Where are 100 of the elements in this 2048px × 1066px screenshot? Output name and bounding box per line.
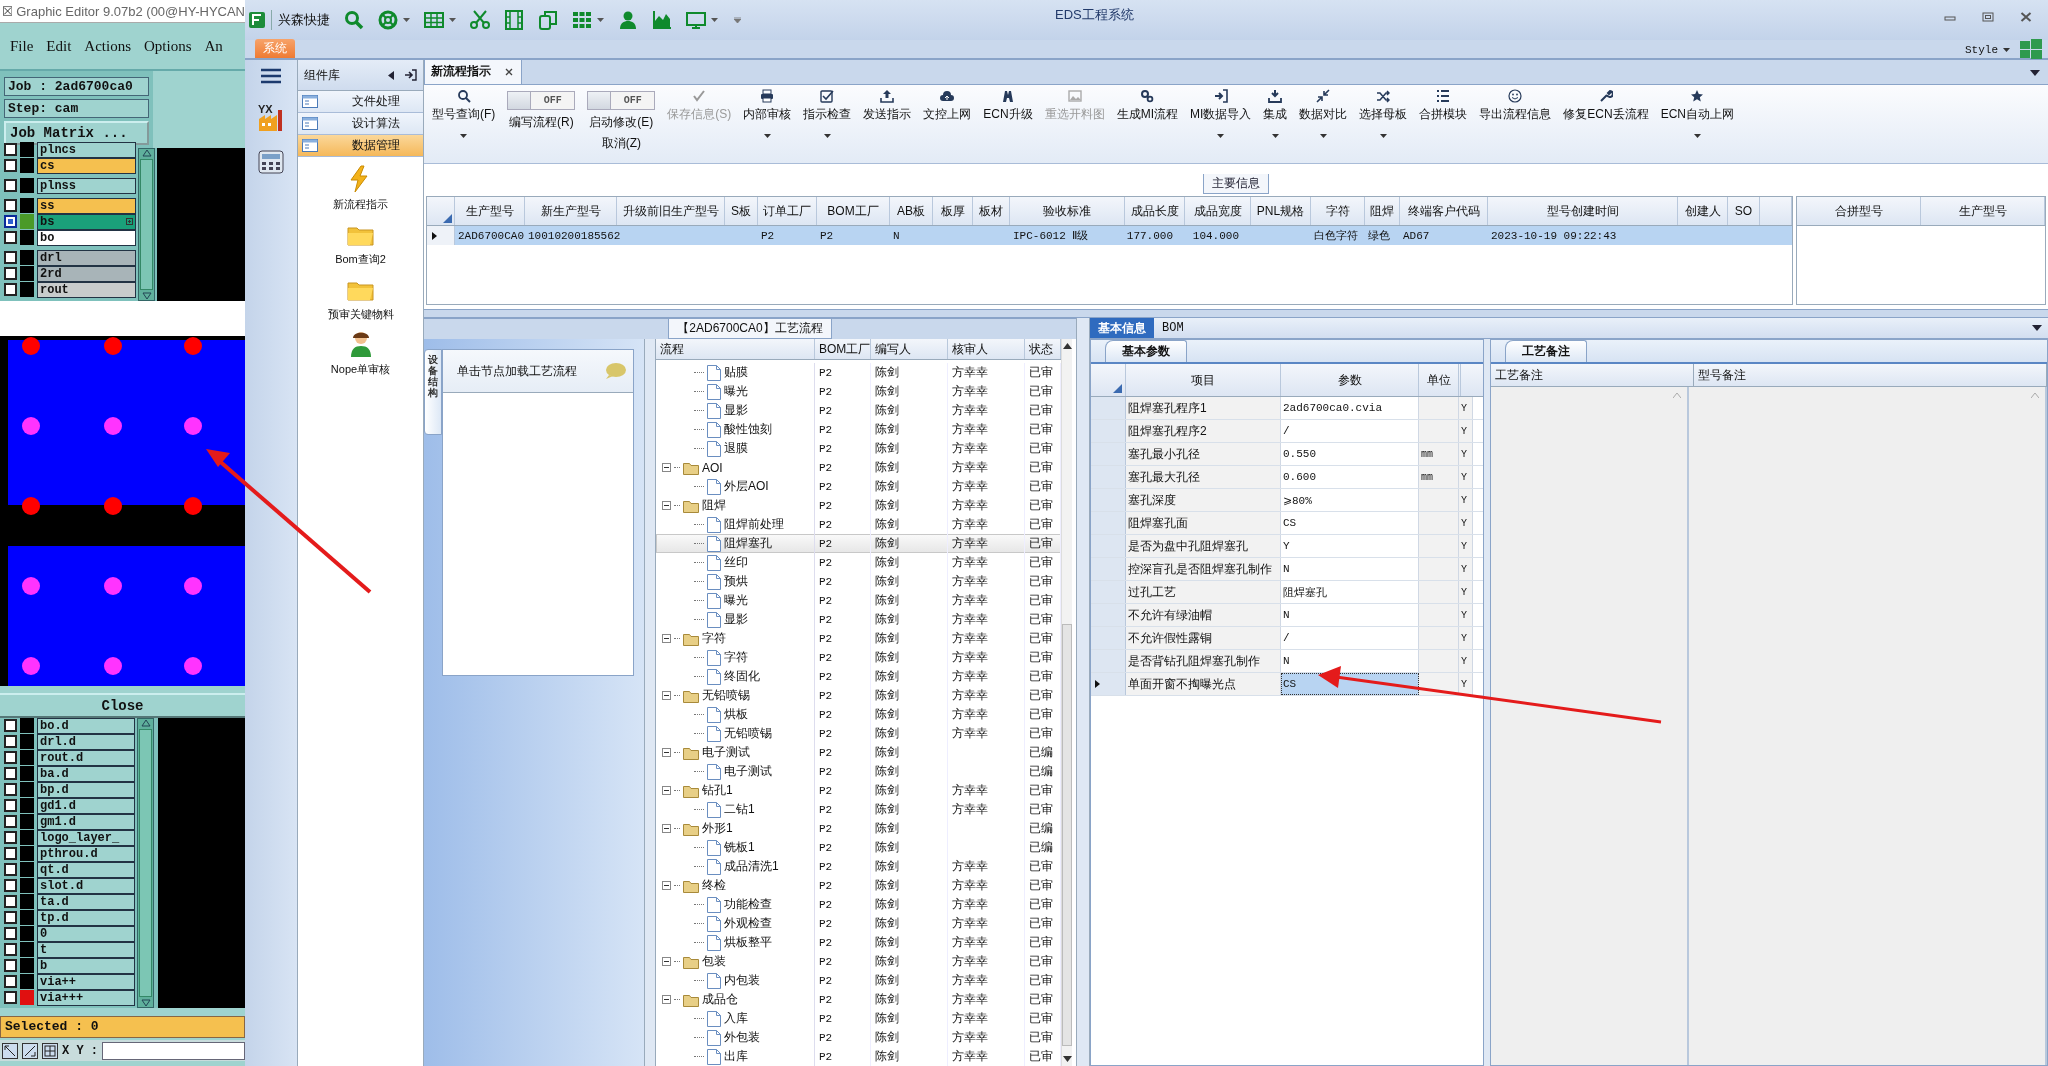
tree-row[interactable]: 外包装 P2 陈剑 方幸幸 已审 — [656, 1028, 1061, 1047]
ribbon-button[interactable]: 修复ECN丢流程 — [1557, 85, 1655, 130]
table-row[interactable]: 阻焊塞孔面 CS Y — [1091, 512, 1483, 535]
tree-row[interactable]: 显影 P2 陈剑 方幸幸 已审 — [656, 401, 1061, 420]
ribbon-button[interactable]: 指示检查 — [797, 85, 858, 138]
tree-row[interactable]: 终固化 P2 陈剑 方幸幸 已审 — [656, 667, 1061, 686]
tree-row[interactable]: 成品清洗1 P2 陈剑 方幸幸 已审 — [656, 857, 1061, 876]
menu-item[interactable]: Options — [144, 37, 192, 55]
tree-row[interactable]: AOI P2 陈剑 方幸幸 已审 — [656, 458, 1061, 477]
column-header[interactable]: 创建人 — [1678, 197, 1728, 225]
column-header[interactable]: 生产型号 — [1921, 197, 2045, 225]
style-menu[interactable]: Style — [1965, 44, 2010, 56]
column-header[interactable]: 工艺备注 — [1491, 364, 1694, 386]
value-field[interactable]: N — [1281, 604, 1419, 626]
column-header[interactable]: 终端客户代码 — [1400, 197, 1488, 225]
sidebar-group[interactable]: 数据管理 — [298, 135, 423, 157]
table-row[interactable]: 阻焊塞孔程序1 2ad6700ca0.cvia Y — [1091, 397, 1483, 420]
column-header[interactable]: 核审人 — [948, 339, 1025, 359]
sidebar-group[interactable]: 文件处理 — [298, 91, 423, 113]
side-tab[interactable]: 设备结构 — [424, 349, 442, 435]
column-header[interactable]: AB板 — [890, 197, 933, 225]
column-header[interactable]: 成品长度 — [1125, 197, 1185, 225]
table-row[interactable]: 塞孔最大孔径 0.600 mm Y — [1091, 466, 1483, 489]
tree-row[interactable]: 烘板 P2 陈剑 方幸幸 已审 — [656, 705, 1061, 724]
column-header[interactable]: BOM工厂 — [815, 339, 871, 359]
tree-row[interactable]: 酸性蚀刻 P2 陈剑 方幸幸 已审 — [656, 420, 1061, 439]
column-header[interactable]: 阻焊 — [1365, 197, 1400, 225]
tree-row[interactable]: 外层AOI P2 陈剑 方幸幸 已审 — [656, 477, 1061, 496]
column-header[interactable]: 合拼型号 — [1797, 197, 1921, 225]
tree-row[interactable]: 终检 P2 陈剑 方幸幸 已审 — [656, 876, 1061, 895]
sidebar-item[interactable]: Bom查询2 — [298, 220, 423, 267]
document-tab[interactable]: 新流程指示 — [424, 59, 522, 84]
tree-row[interactable]: 二钻1 P2 陈剑 方幸幸 已审 — [656, 800, 1061, 819]
value-field[interactable]: 0.550 — [1281, 443, 1419, 465]
tree-row[interactable]: 退膜 P2 陈剑 方幸幸 已审 — [656, 439, 1061, 458]
table-row[interactable]: 是否为盘中孔阻焊塞孔 Y Y — [1091, 535, 1483, 558]
tree-row[interactable]: 曝光 P2 陈剑 方幸幸 已审 — [656, 382, 1061, 401]
sidebar-item[interactable]: Nope单审核 — [298, 330, 423, 377]
column-header[interactable]: 型号创建时间 — [1488, 197, 1678, 225]
table-row[interactable]: 控深盲孔是否阻焊塞孔制作 N Y — [1091, 558, 1483, 581]
value-field[interactable]: N — [1281, 650, 1419, 672]
value-field[interactable]: 0.600 — [1281, 466, 1419, 488]
tree-row[interactable]: 铣板1 P2 陈剑 已编 — [656, 838, 1061, 857]
column-header[interactable]: 型号备注 — [1694, 364, 2047, 386]
tree-row[interactable]: 成品仓 P2 陈剑 方幸幸 已审 — [656, 990, 1061, 1009]
tree-row[interactable]: 字符 P2 陈剑 方幸幸 已审 — [656, 648, 1061, 667]
menu-item[interactable]: Actions — [84, 37, 131, 55]
close-button[interactable]: Close — [0, 693, 245, 718]
column-header[interactable]: 项目 — [1126, 364, 1281, 396]
menu-item[interactable]: An — [204, 37, 223, 55]
menu-item[interactable]: File — [10, 37, 34, 55]
column-header[interactable]: BOM工厂 — [817, 197, 890, 225]
column-header[interactable]: 新生产型号 — [525, 197, 617, 225]
job-matrix-button[interactable]: Job Matrix ... — [4, 121, 149, 145]
tree-row[interactable]: 预烘 P2 陈剑 方幸幸 已审 — [656, 572, 1061, 591]
table-row[interactable]: 不允许假性露铜 / Y — [1091, 627, 1483, 650]
value-field[interactable]: N — [1281, 558, 1419, 580]
tree-row[interactable]: 外形1 P2 陈剑 已编 — [656, 819, 1061, 838]
ribbon-button[interactable]: MI数据导入 — [1184, 85, 1258, 138]
value-field[interactable]: / — [1281, 627, 1419, 649]
tree-row[interactable]: 无铅喷锡 P2 陈剑 方幸幸 已审 — [656, 724, 1061, 743]
tree-row[interactable]: 阻焊 P2 陈剑 方幸幸 已审 — [656, 496, 1061, 515]
column-header[interactable]: 流程 — [656, 339, 815, 359]
tab[interactable]: BOM — [1154, 318, 1192, 338]
table-row[interactable]: 不允许有绿油帽 N Y — [1091, 604, 1483, 627]
tree-row[interactable]: 无铅喷锡 P2 陈剑 方幸幸 已审 — [656, 686, 1061, 705]
tree-row[interactable]: 曝光 P2 陈剑 方幸幸 已审 — [656, 591, 1061, 610]
toggle-switch[interactable]: OFF — [507, 91, 576, 110]
layer-name[interactable]: drl — [37, 249, 136, 266]
layer-name[interactable]: plnss — [37, 177, 136, 194]
table-row[interactable]: 2AD6700CA0 10010200185562 P2 P2 N IPC-6012 Ⅱ级 177.000 104.000 白色字符 绿色 AD67 2023-10-19 09:22:43 — [427, 226, 1792, 245]
sidebar-item[interactable]: 新流程指示 — [298, 165, 423, 212]
ribbon-button[interactable]: 文控上网 — [917, 85, 978, 130]
layer-name[interactable]: ss — [37, 197, 136, 214]
column-header[interactable]: 验收标准 — [1010, 197, 1125, 225]
tree-row[interactable]: 入库 P2 陈剑 方幸幸 已审 — [656, 1009, 1061, 1028]
tree-row[interactable]: 电子测试 P2 陈剑 已编 — [656, 762, 1061, 781]
tab[interactable]: 基本信息 — [1090, 318, 1154, 338]
tab[interactable]: 工艺备注 — [1505, 340, 1587, 362]
value-field[interactable]: 阻焊塞孔 — [1281, 581, 1419, 603]
tree-row[interactable]: 烘板整平 P2 陈剑 方幸幸 已审 — [656, 933, 1061, 952]
ribbon-button[interactable]: 数据对比 — [1293, 85, 1354, 138]
column-header[interactable]: S板 — [725, 197, 758, 225]
table-row[interactable]: 过孔工艺 阻焊塞孔 Y — [1091, 581, 1483, 604]
column-header[interactable]: 字符 — [1311, 197, 1365, 225]
sidebar-item[interactable]: 预审关键物料 — [298, 275, 423, 322]
tree-row[interactable]: 丝印 P2 陈剑 方幸幸 已审 — [656, 553, 1061, 572]
ribbon-button[interactable]: 发送指示 — [857, 85, 918, 130]
tree-row[interactable]: 显影 P2 陈剑 方幸幸 已审 — [656, 610, 1061, 629]
ribbon-button[interactable]: 内部审核 — [737, 85, 798, 138]
table-row[interactable]: 单面开窗不掏曝光点 CS Y — [1091, 673, 1483, 696]
tab[interactable]: 基本参数 — [1105, 340, 1187, 362]
column-header[interactable]: 编写人 — [871, 339, 948, 359]
tree-row[interactable]: 字符 P2 陈剑 方幸幸 已审 — [656, 629, 1061, 648]
tree-row[interactable]: 外观检查 P2 陈剑 方幸幸 已审 — [656, 914, 1061, 933]
value-field[interactable]: CS — [1281, 512, 1419, 534]
ribbon-button[interactable]: ECN升级 — [977, 85, 1039, 130]
tree-row[interactable]: 钻孔1 P2 陈剑 方幸幸 已审 — [656, 781, 1061, 800]
value-field[interactable]: 2ad6700ca0.cvia — [1281, 397, 1419, 419]
ribbon-button[interactable]: 集成 — [1257, 85, 1294, 138]
